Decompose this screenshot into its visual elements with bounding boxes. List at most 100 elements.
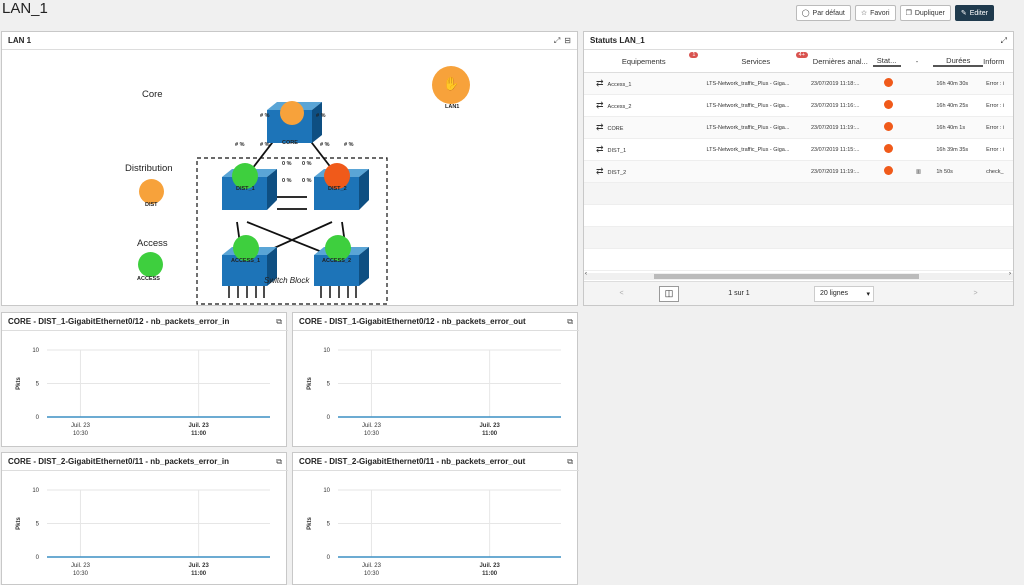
x-tick-label: 11:00 [191,431,207,437]
col-information[interactable]: Inform [983,57,1013,66]
y-tick-label: 10 [323,348,330,354]
default-button[interactable]: ◯ Par défaut [795,5,851,21]
chart-panel-right: CORE - DIST_2-GigabitEthernet0/11 - nb_p… [292,452,579,585]
col-dernieres[interactable]: Dernières anal... [808,57,873,66]
table-row [584,205,1013,227]
status-dot[interactable] [883,144,893,153]
link-label: # % [260,113,270,119]
x-tick-label: 11:00 [482,431,498,437]
swap-icon: ⇄ [596,78,604,88]
col-durees[interactable]: Durées [933,56,984,67]
line-chart: 10 5 0 Juil. 23 10:30 Juil. 23 11:00 Pkts [16,348,270,437]
scroll-right-icon[interactable]: › [1009,271,1011,277]
status-panel-title: Statuts LAN_1 [590,36,645,45]
chevron-down-icon: ▾ [866,290,870,298]
table-row[interactable]: ⇄ DIST_2 23/07/2019 11:19:... ▥ 1h 50s check_ [584,161,1013,183]
x-tick-label: Juil. 23 [479,563,500,569]
table-header: Equipements 1 Services 4+ Dernières anal..… [584,51,1013,73]
swap-icon: ⇄ [596,100,604,110]
pager-prev[interactable]: < [584,290,659,297]
expand-icon[interactable]: ⤢ [1001,36,1007,46]
x-tick-label: 11:00 [191,571,207,577]
y-tick-label: 5 [36,382,40,388]
duration: 16h 39m 35s [936,146,969,153]
status-dot[interactable] [883,100,893,109]
node-label-access-1: ACCESS_1 [231,258,261,264]
duplicate-button[interactable]: ❐ Dupliquer [899,5,951,21]
information: Error : i [986,80,1005,87]
status-dot[interactable] [883,78,893,87]
y-axis-label: Pkts [16,377,22,390]
service-name: LTS-Network_traffic_Plus - Giga... [706,80,790,87]
y-tick-label: 0 [36,415,40,421]
pager: < ◫ 1 sur 1 20 lignes ▾ > [584,281,1013,305]
external-link-icon[interactable]: ⧉ [567,317,573,327]
pager-page: 1 sur 1 [728,290,750,297]
link-label: # % [235,142,245,148]
duration: 1h 50s [936,168,953,175]
columns-icon[interactable]: ◫ [659,285,679,302]
external-link-icon[interactable]: ⧉ [567,457,573,467]
table-body: ⇄ Access_1 LTS-Network_traffic_Plus - Giga… [584,73,1013,183]
col-equipements[interactable]: Equipements 1 [584,52,703,66]
chart-title: CORE - DIST_2-GigabitEthernet0/11 - nb_p… [299,457,526,466]
table-row[interactable]: ⇄ DIST_1 LTS-Network_traffic_Plus - Giga..… [584,139,1013,161]
external-link-icon[interactable]: ⧉ [276,317,282,327]
scrollbar-thumb[interactable] [654,274,919,279]
status-panel: Statuts LAN_1 ⤢ Equipements 1 Services 4+ … [583,31,1014,306]
col-dash[interactable]: - [901,57,934,66]
status-dot[interactable] [883,122,893,131]
chart-title: CORE - DIST_2-GigabitEthernet0/11 - nb_p… [8,457,229,466]
link-label: # % [316,113,326,119]
legend-access-dot[interactable] [138,252,163,277]
y-tick-label: 5 [36,522,40,528]
horizontal-scrollbar[interactable]: ‹ › [584,271,1013,280]
x-tick-label: 11:00 [482,571,498,577]
node-status-core[interactable] [280,101,304,125]
information: Error : i [986,102,1005,109]
lines-select[interactable]: 20 lignes ▾ [814,285,874,302]
duration: 16h 40m 30s [936,80,969,87]
service-name: LTS-Network_traffic_Plus - Giga... [706,146,790,153]
node-label-dist-2: DIST_2 [328,186,347,192]
table-row[interactable]: ⇄ Access_2 LTS-Network_traffic_Plus - Giga… [584,95,1013,117]
level-distribution: Distribution [125,163,173,174]
y-tick-label: 0 [36,555,40,561]
link-label: 0 % [282,161,292,167]
table-row[interactable]: ⇄ Access_1 LTS-Network_traffic_Plus - Giga… [584,73,1013,95]
chart-panel-left: CORE - DIST_2-GigabitEthernet0/11 - nb_p… [1,452,288,585]
last-check: 23/07/2019 11:19:... [810,168,860,175]
chart-title: CORE - DIST_1-GigabitEthernet0/12 - nb_p… [8,317,230,326]
link-label: 0 % [302,178,312,184]
pager-next[interactable]: > [938,290,1013,297]
chart-card: CORE - DIST_1-GigabitEthernet0/12 - nb_p… [2,313,288,446]
y-tick-label: 5 [327,382,331,388]
swap-icon: ⇄ [596,166,604,176]
equipement-name: DIST_1 [607,148,627,154]
scroll-left-icon[interactable]: ‹ [585,271,587,277]
expand-icon[interactable]: ⤢ [554,36,560,46]
legend-dist-dot[interactable] [139,179,164,204]
edit-button[interactable]: ✎ Editer [954,5,994,21]
link-label: # % [344,142,354,148]
y-axis-label: Pkts [307,377,313,390]
table-row[interactable]: ⇄ CORE LTS-Network_traffic_Plus - Giga... 2… [584,117,1013,139]
col-status[interactable]: Stat... [872,56,901,67]
external-link-icon[interactable]: ⧉ [276,457,282,467]
level-access: Access [137,238,168,249]
last-check: 23/07/2019 11:19:... [810,124,860,131]
favorite-button[interactable]: ☆ Favori [854,5,896,21]
y-tick-label: 10 [323,488,330,494]
services-badge: 4+ [795,52,808,58]
status-dot[interactable] [883,166,893,175]
col-services[interactable]: Services 4+ [703,52,808,66]
service-name: LTS-Network_traffic_Plus - Giga... [706,102,790,109]
x-tick-label: Juil. 23 [71,423,91,429]
bar-chart-icon[interactable]: ▥ [916,169,921,175]
legend-lan1-dot[interactable]: ✋ [432,66,470,104]
minimize-icon[interactable]: ⊟ [564,36,571,46]
link-label: # % [260,142,270,148]
swap-icon: ⇄ [596,144,604,154]
chart-panel: CORE - DIST_2-GigabitEthernet0/11 - nb_p… [1,452,579,585]
page-title: LAN_1 [2,0,48,17]
